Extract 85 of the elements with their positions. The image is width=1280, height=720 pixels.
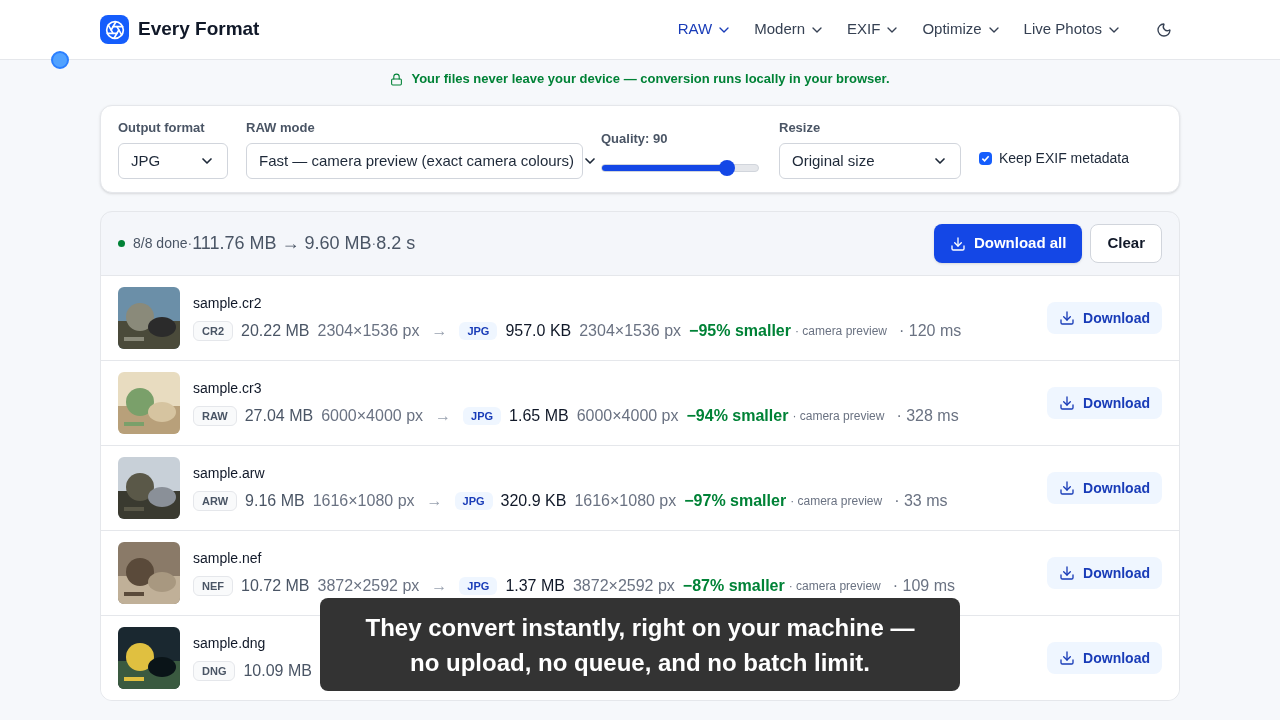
decode-mode: · camera preview <box>790 493 883 510</box>
duration-text: · 328 ms <box>896 406 959 426</box>
nav-menu[interactable]: RAW <box>677 18 733 41</box>
resize-select[interactable]: Original size <box>779 143 961 179</box>
lock-icon <box>390 72 404 86</box>
file-name: sample.nef <box>193 549 262 568</box>
format-tag: JPG <box>459 321 498 341</box>
exif-label: Keep EXIF metadata <box>999 149 1129 168</box>
caption-text: They convert instantly, right on your machine — no upload, no queue, and no batch limit. <box>364 612 916 678</box>
decode-mode: · camera preview <box>794 323 887 340</box>
arrow-text: → <box>431 321 448 341</box>
separator-text: · <box>371 234 377 253</box>
field-label: Output format <box>118 118 206 137</box>
status-text: 8/8 done <box>133 234 188 253</box>
total-sizes: 111.76 MB → 9.60 MB <box>192 232 372 255</box>
output-size: 957.0 KB <box>505 321 572 341</box>
input-size: 10.09 MB <box>243 661 312 681</box>
input-dimensions: 2304×1536 px <box>317 321 420 341</box>
download-button[interactable]: Download <box>1047 302 1162 334</box>
format-tag: CR2 <box>193 320 233 342</box>
file-name: sample.dng <box>193 634 266 653</box>
output-size: 1.65 MB <box>509 406 569 426</box>
input-size: 9.16 MB <box>245 491 305 511</box>
quality-label: Quality: 90 <box>601 129 669 148</box>
download-button[interactable]: Download <box>1047 472 1162 504</box>
file-name: sample.arw <box>193 464 265 483</box>
download-button[interactable]: Download <box>1047 642 1162 674</box>
format-select[interactable]: JPG <box>118 143 228 179</box>
duration-text: · 33 ms <box>894 491 948 511</box>
download-icon <box>949 235 966 252</box>
input-size: 10.72 MB <box>241 576 310 596</box>
format-tag: JPG <box>459 576 498 596</box>
nav-menu[interactable]: Optimize <box>922 18 1002 41</box>
input-dimensions: 3872×2592 px <box>317 576 420 596</box>
separator-text: · <box>187 234 193 253</box>
download-icon <box>1059 565 1076 581</box>
brand-name: Every Format <box>138 17 260 42</box>
privacy-note: Your files never leave your device — conversion runs locally in your browser. <box>411 70 890 89</box>
input-size: 20.22 MB <box>241 321 310 341</box>
nav-menu[interactable]: Modern <box>754 18 826 41</box>
format-tag: ARW <box>193 490 238 512</box>
output-size: 1.37 MB <box>505 576 565 596</box>
format-tag: JPG <box>463 406 502 426</box>
download-icon <box>1059 480 1076 496</box>
input-dimensions: 6000×4000 px <box>321 406 424 426</box>
download-button[interactable]: Download <box>1047 557 1162 589</box>
file-name: sample.cr2 <box>193 294 262 313</box>
saving-text: −94% smaller <box>686 406 789 426</box>
duration-text: · 109 ms <box>892 576 955 596</box>
arrow-text: → <box>435 406 452 426</box>
output-dimensions: 3872×2592 px <box>572 576 675 596</box>
clear-button[interactable]: Clear <box>1090 224 1162 263</box>
decode-mode: · camera preview <box>792 408 885 425</box>
dark-mode-button[interactable] <box>1156 21 1172 38</box>
download-icon <box>1059 310 1076 326</box>
format-tag: JPG <box>454 491 493 511</box>
file-name: sample.cr3 <box>193 379 262 398</box>
format-tag: RAW <box>193 405 237 427</box>
download-all-button[interactable]: Download all <box>933 224 1083 263</box>
nav-menu[interactable]: Live Photos <box>1023 18 1122 41</box>
input-size: 27.04 MB <box>244 406 314 426</box>
saving-text: −97% smaller <box>684 491 787 511</box>
field-label: RAW mode <box>246 118 316 137</box>
format-tag: NEF <box>193 575 233 597</box>
duration-text: · 120 ms <box>899 321 962 341</box>
download-icon <box>1059 650 1076 666</box>
output-dimensions: 2304×1536 px <box>579 321 682 341</box>
output-dimensions: 6000×4000 px <box>576 406 679 426</box>
nav-menu[interactable]: EXIF <box>847 18 901 41</box>
exif-checkbox[interactable] <box>979 152 992 165</box>
total-time: 8.2 s <box>376 232 416 255</box>
arrow-text: → <box>426 491 443 511</box>
format-tag: DNG <box>193 660 236 682</box>
decode-mode: · camera preview <box>788 578 881 595</box>
field-label: Resize <box>779 118 822 137</box>
saving-text: −95% smaller <box>689 321 791 341</box>
download-icon <box>1059 395 1076 411</box>
arrow-text: → <box>431 576 448 596</box>
saving-text: −87% smaller <box>682 576 785 596</box>
output-dimensions: 1616×1080 px <box>574 491 677 511</box>
quality-slider[interactable] <box>601 160 759 176</box>
logo-icon <box>100 15 129 44</box>
input-dimensions: 1616×1080 px <box>312 491 415 511</box>
download-button[interactable]: Download <box>1047 387 1162 419</box>
output-size: 320.9 KB <box>500 491 567 511</box>
